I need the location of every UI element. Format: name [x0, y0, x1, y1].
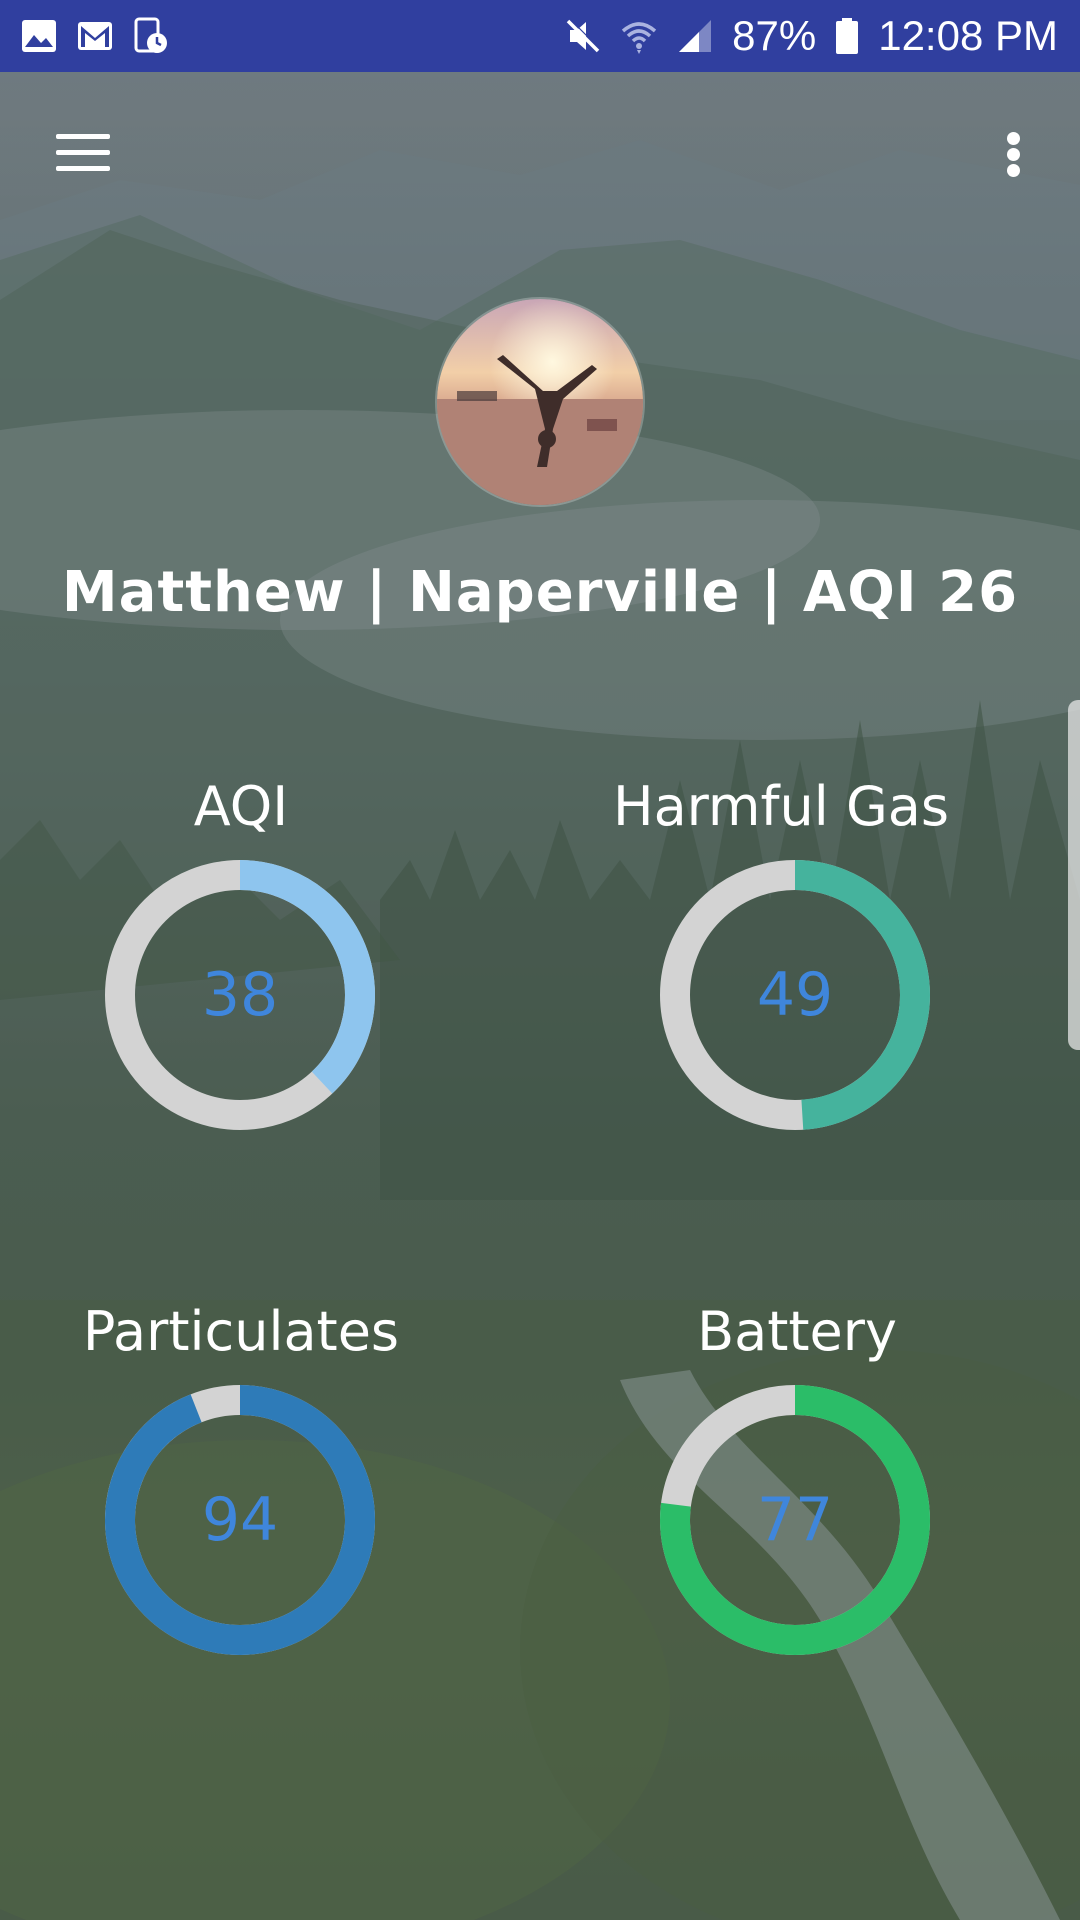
gauge-aqi[interactable]: 38: [105, 860, 375, 1130]
gauge-value-aqi: 38: [201, 960, 279, 1030]
clock-time: 12:08 PM: [878, 12, 1058, 59]
gauge-label-aqi: AQI: [193, 775, 289, 838]
battery-percent: 87%: [732, 12, 817, 59]
wifi-icon: [620, 17, 658, 55]
status-bar: 87% 12:08 PM: [0, 0, 1080, 72]
gmail-icon: [76, 17, 114, 55]
edge-panel-handle[interactable]: [1068, 700, 1080, 1050]
signal-icon: [676, 17, 714, 55]
mute-icon: [564, 17, 602, 55]
user-location-headline: Matthew | Naperville | AQI 26: [61, 560, 1019, 625]
gauge-label-battery: Battery: [697, 1300, 897, 1363]
more-vertical-icon[interactable]: [996, 126, 1032, 182]
gauge-value-harmful-gas: 49: [756, 960, 834, 1030]
gauge-label-particulates: Particulates: [82, 1300, 400, 1363]
gauge-value-battery: 77: [756, 1485, 834, 1555]
hamburger-menu-icon[interactable]: [52, 128, 114, 178]
gallery-icon: [20, 17, 58, 55]
avatar[interactable]: [435, 297, 645, 507]
gauge-harmful-gas[interactable]: 49: [660, 860, 930, 1130]
gauge-value-particulates: 94: [201, 1485, 279, 1555]
device-clock-icon: [132, 17, 170, 55]
gauge-label-harmful-gas: Harmful Gas: [612, 775, 950, 838]
battery-icon: [834, 17, 860, 55]
gauge-battery[interactable]: 77: [660, 1385, 930, 1655]
gauge-particulates[interactable]: 94: [105, 1385, 375, 1655]
